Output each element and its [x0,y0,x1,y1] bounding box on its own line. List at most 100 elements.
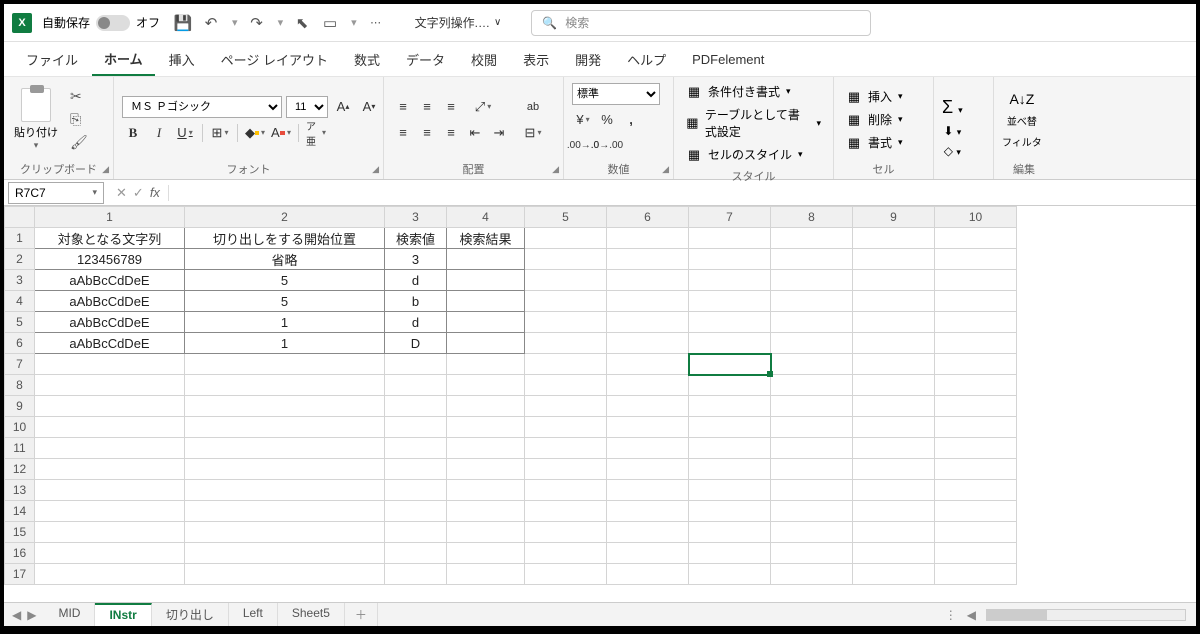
autosum-icon[interactable]: Σ ▾ [942,97,963,118]
column-header[interactable]: 7 [689,207,771,228]
cell[interactable] [525,312,607,333]
fx-icon[interactable]: fx [150,185,160,200]
row-header[interactable]: 9 [5,396,35,417]
fill-color-button[interactable]: ◆ [244,122,266,144]
cell[interactable] [771,459,853,480]
cell[interactable] [607,291,689,312]
cell[interactable] [385,501,447,522]
cell[interactable] [771,396,853,417]
cell[interactable]: 対象となる文字列 [35,228,185,249]
cell[interactable] [35,417,185,438]
cell[interactable] [385,375,447,396]
cell[interactable] [447,375,525,396]
cell[interactable] [689,270,771,291]
cell[interactable] [771,417,853,438]
tab-file[interactable]: ファイル [14,44,90,75]
cell[interactable] [185,375,385,396]
cell[interactable] [35,564,185,585]
cell[interactable] [935,459,1017,480]
tab-developer[interactable]: 開発 [563,44,613,75]
cell[interactable] [35,480,185,501]
tab-insert[interactable]: 挿入 [157,44,207,75]
cell[interactable] [607,522,689,543]
sheet-nav-next-icon[interactable]: ▶ [27,608,36,622]
redo-icon[interactable]: ↷ [248,14,266,32]
border-button[interactable]: ⊞ [209,122,231,144]
cell[interactable] [689,375,771,396]
cell[interactable]: 5 [185,291,385,312]
cell[interactable] [771,438,853,459]
cell[interactable] [935,291,1017,312]
cell[interactable] [771,333,853,354]
cell[interactable] [185,354,385,375]
copy-icon[interactable]: ⎘ [70,111,88,128]
cell[interactable] [185,459,385,480]
cell[interactable] [853,396,935,417]
cell[interactable] [447,270,525,291]
cell[interactable] [853,501,935,522]
cell[interactable] [385,396,447,417]
cell[interactable] [447,249,525,270]
cell[interactable] [689,564,771,585]
cell[interactable] [185,396,385,417]
cell[interactable] [447,438,525,459]
cell[interactable] [525,522,607,543]
cell[interactable] [607,543,689,564]
cursor-icon[interactable]: ⬉ [293,14,311,32]
column-header[interactable]: 4 [447,207,525,228]
bold-button[interactable]: B [122,122,144,144]
sort-filter-icon[interactable]: A↓Z [1009,91,1034,107]
format-painter-icon[interactable]: 🖌 [70,134,88,151]
cell[interactable] [853,543,935,564]
orientation-icon[interactable]: ⤢ [472,96,494,118]
row-header[interactable]: 3 [5,270,35,291]
align-bottom-icon[interactable]: ≡ [440,96,462,118]
tab-home[interactable]: ホーム [92,43,155,76]
cell[interactable] [447,396,525,417]
cell[interactable] [935,228,1017,249]
cell[interactable] [525,333,607,354]
cell[interactable]: 1 [185,333,385,354]
underline-button[interactable]: U [174,122,196,144]
cell[interactable] [35,459,185,480]
cell[interactable] [607,417,689,438]
cell[interactable] [607,270,689,291]
currency-icon[interactable]: ¥ [572,109,594,131]
sheet-nav-prev-icon[interactable]: ◀ [12,608,21,622]
cell[interactable]: aAbBcCdDeE [35,291,185,312]
cell[interactable]: d [385,270,447,291]
cell[interactable] [935,375,1017,396]
name-box[interactable]: R7C7▾ [8,182,104,204]
row-header[interactable]: 7 [5,354,35,375]
dialog-launcher-icon[interactable]: ◢ [102,164,109,175]
row-header[interactable]: 5 [5,312,35,333]
cell[interactable] [689,249,771,270]
cell[interactable] [853,417,935,438]
cell[interactable] [525,270,607,291]
cell[interactable] [771,249,853,270]
cell[interactable]: 3 [385,249,447,270]
font-color-button[interactable]: A [270,122,292,144]
cell[interactable] [525,459,607,480]
horizontal-scrollbar[interactable] [986,609,1186,621]
row-header[interactable]: 16 [5,543,35,564]
sheet-menu-icon[interactable]: ⋮ [945,608,957,622]
cell[interactable] [185,564,385,585]
row-header[interactable]: 6 [5,333,35,354]
column-header[interactable]: 8 [771,207,853,228]
cell[interactable] [447,564,525,585]
cell[interactable] [447,459,525,480]
cell[interactable] [185,438,385,459]
cell[interactable] [689,312,771,333]
cell[interactable] [853,249,935,270]
indent-decrease-icon[interactable]: ⇤ [464,122,486,144]
dialog-launcher-icon[interactable]: ◢ [662,164,669,175]
column-header[interactable]: 6 [607,207,689,228]
cell[interactable] [853,480,935,501]
cell[interactable] [689,501,771,522]
cell[interactable] [935,438,1017,459]
tab-view[interactable]: 表示 [511,44,561,75]
increase-font-icon[interactable]: A▴ [332,96,354,118]
cell[interactable] [35,543,185,564]
toggle-icon[interactable] [96,15,130,31]
